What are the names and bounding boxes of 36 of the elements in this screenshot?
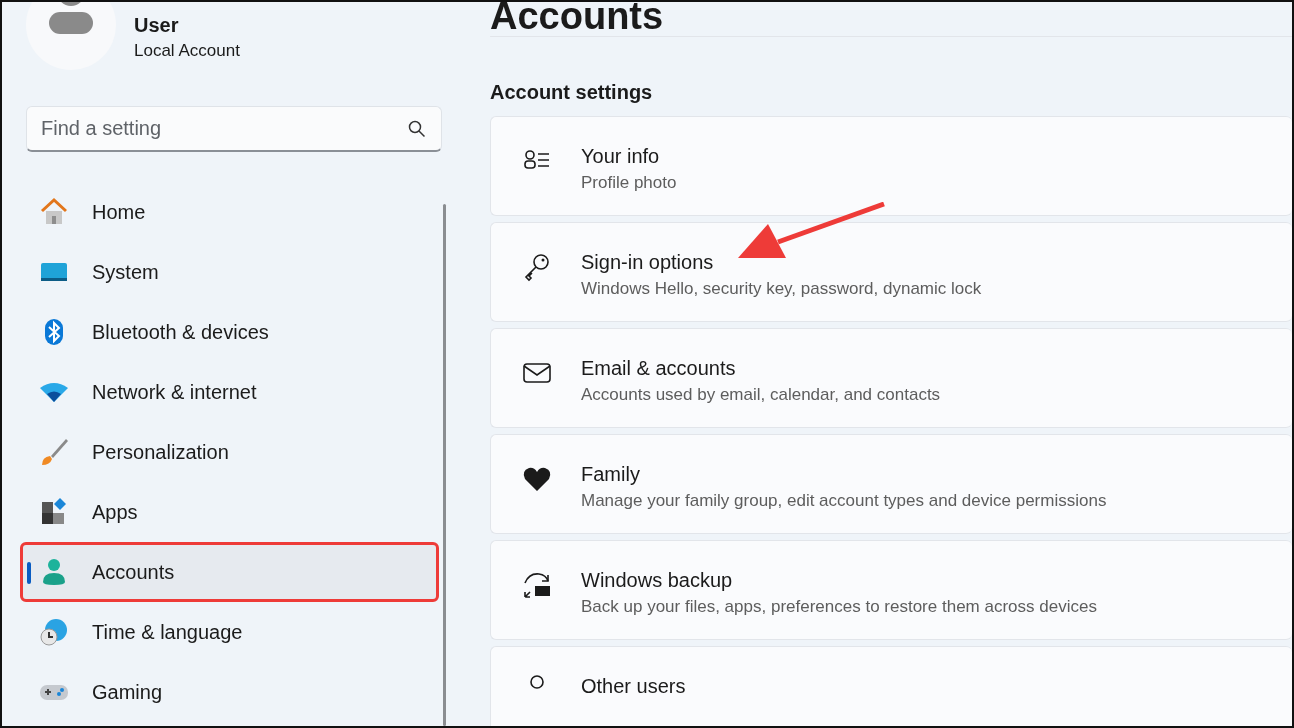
nav-item[interactable]: Network & internet [20,362,439,422]
scrollbar[interactable] [443,204,446,726]
circle-icon [530,675,544,689]
settings-card[interactable]: Email & accounts Accounts used by email, calendar, and contacts [490,328,1292,428]
page-title: Accounts [490,2,665,36]
card-subtitle: Manage your family group, edit account types and device permissions [581,491,1107,511]
settings-card[interactable]: Sign-in options Windows Hello, security key, password, dynamic lock [490,222,1292,322]
card-subtitle: Back up your files, apps, preferences to restore them across devices [581,597,1097,617]
selection-indicator [27,562,31,584]
user-name: User [134,13,180,37]
settings-card[interactable]: Other users [490,646,1292,726]
search-field[interactable]: Find a setting [26,106,442,152]
card-title: Your info [581,145,661,168]
nav-item[interactable]: System [20,242,439,302]
nav-item[interactable]: Personalization [20,422,439,482]
card-title: Email & accounts [581,357,737,380]
globe-clock-icon [38,616,70,648]
card-subtitle: Windows Hello, security key, password, dynamic lock [581,279,982,299]
nav-item[interactable]: Gaming [20,662,439,722]
nav-item[interactable]: Accounts [20,542,439,602]
nav-item[interactable]: Bluetooth & devices [20,302,439,362]
settings-card[interactable]: Your info Profile photo [490,116,1292,216]
section-title: Account settings [490,81,654,104]
card-title: Family [581,463,641,486]
card-title: Other users [581,675,686,698]
nav-item[interactable]: Home [20,182,439,242]
account-type: Local Account [134,40,240,61]
card-title: Sign-in options [581,251,715,274]
nav-item[interactable]: Apps [20,482,439,542]
settings-card[interactable]: Windows backup Back up your files, apps, preferences to restore them across devices [490,540,1292,640]
card-subtitle: Profile photo [581,173,677,193]
nav-item[interactable]: Time & language [20,602,439,662]
settings-card[interactable]: Family Manage your family group, edit account types and device permissions [490,434,1292,534]
card-subtitle: Accounts used by email, calendar, and contacts [581,385,941,405]
search-icon [408,120,426,138]
card-title: Windows backup [581,569,734,592]
